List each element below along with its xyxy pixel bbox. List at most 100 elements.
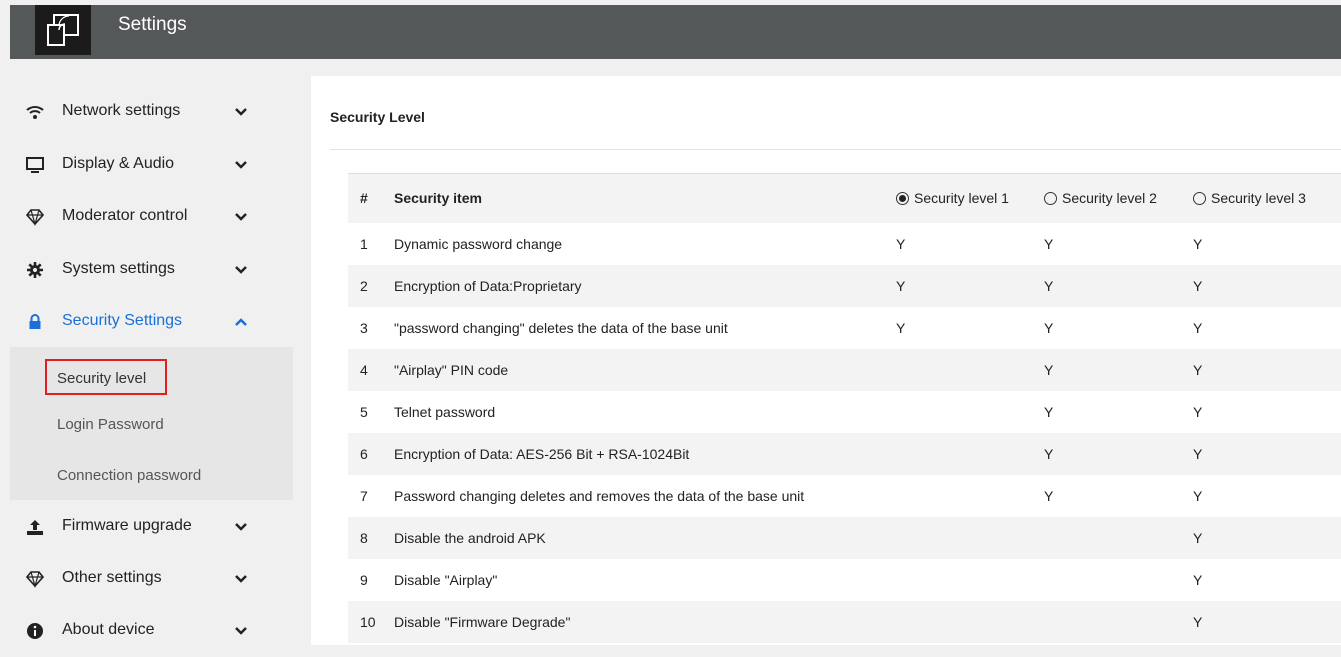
table-row: 4 "Airplay" PIN code Y Y xyxy=(348,349,1341,391)
row-level-3: Y xyxy=(1193,530,1203,546)
security-level-1-radio[interactable]: Security level 1 xyxy=(896,190,1009,206)
main-content: Security Level # Security item Security … xyxy=(311,76,1341,645)
info-icon xyxy=(27,623,43,639)
row-num: 10 xyxy=(360,614,376,630)
table-row: 7 Password changing deletes and removes … xyxy=(348,475,1341,517)
row-num: 4 xyxy=(360,362,368,378)
radio-label: Security level 2 xyxy=(1062,190,1157,206)
header-num: # xyxy=(360,190,368,206)
radio-empty-icon xyxy=(1044,192,1057,205)
chevron-down-icon xyxy=(235,161,247,169)
chevron-down-icon xyxy=(235,213,247,221)
row-item: Password changing deletes and removes th… xyxy=(394,488,805,504)
row-level-2: Y xyxy=(1044,446,1054,462)
sidebar-item-label: About device xyxy=(62,621,155,638)
table-row: 6 Encryption of Data: AES-256 Bit + RSA-… xyxy=(348,433,1341,475)
sidebar-item-label: Security Settings xyxy=(62,312,183,329)
row-level-3: Y xyxy=(1193,362,1203,378)
row-num: 3 xyxy=(360,320,368,336)
sidebar-item-label: Network settings xyxy=(62,102,181,119)
row-level-2: Y xyxy=(1044,278,1054,294)
radio-label: Security level 1 xyxy=(914,190,1009,206)
diamond-icon xyxy=(26,571,44,588)
row-item: Disable "Firmware Degrade" xyxy=(394,614,571,630)
row-item: "Airplay" PIN code xyxy=(394,362,509,378)
row-num: 9 xyxy=(360,572,368,588)
security-level-3-radio[interactable]: Security level 3 xyxy=(1193,190,1306,206)
sidebar-item-network-settings[interactable]: Network settings xyxy=(10,86,293,138)
row-num: 5 xyxy=(360,404,368,420)
submenu-item-label: Security level xyxy=(57,370,147,387)
row-item: Encryption of Data:Proprietary xyxy=(394,278,582,294)
table-row: 8 Disable the android APK Y xyxy=(348,517,1341,559)
screen-cast-icon xyxy=(47,14,79,46)
sidebar-item-security-settings[interactable]: Security Settings xyxy=(10,296,293,348)
sidebar-item-display-audio[interactable]: Display & Audio xyxy=(10,139,293,191)
row-num: 8 xyxy=(360,530,368,546)
diamond-icon xyxy=(26,209,44,226)
row-num: 7 xyxy=(360,488,368,504)
security-level-2-radio[interactable]: Security level 2 xyxy=(1044,190,1157,206)
sidebar-item-moderator-control[interactable]: Moderator control xyxy=(10,191,293,243)
row-level-3: Y xyxy=(1193,614,1203,630)
table-row: 1 Dynamic password change Y Y Y xyxy=(348,223,1341,265)
row-item: Encryption of Data: AES-256 Bit + RSA-10… xyxy=(394,446,690,462)
divider xyxy=(330,149,1341,150)
chevron-down-icon xyxy=(235,575,247,583)
monitor-icon xyxy=(26,157,44,173)
app-logo xyxy=(35,5,91,55)
sidebar-item-label: Moderator control xyxy=(62,207,188,224)
sidebar-item-label: Display & Audio xyxy=(62,155,175,172)
radio-label: Security level 3 xyxy=(1211,190,1306,206)
table-row: 3 "password changing" deletes the data o… xyxy=(348,307,1341,349)
row-item: Disable "Airplay" xyxy=(394,572,498,588)
row-level-2: Y xyxy=(1044,404,1054,420)
header-security-item: Security item xyxy=(394,190,482,206)
chevron-down-icon xyxy=(235,108,247,116)
wifi-icon xyxy=(26,106,44,119)
row-level-3: Y xyxy=(1193,236,1203,252)
sidebar-item-firmware-upgrade[interactable]: Firmware upgrade xyxy=(10,501,293,553)
sidebar-item-label: Firmware upgrade xyxy=(62,517,192,534)
table-row: 2 Encryption of Data:Proprietary Y Y Y xyxy=(348,265,1341,307)
row-item: Dynamic password change xyxy=(394,236,563,252)
submenu-item-label: Login Password xyxy=(57,416,164,433)
page-title: Security Level xyxy=(330,109,425,125)
app-title: Settings xyxy=(118,14,187,35)
chevron-down-icon xyxy=(235,627,247,635)
top-bar: Settings xyxy=(10,5,1341,59)
row-level-3: Y xyxy=(1193,320,1203,336)
row-level-2: Y xyxy=(1044,236,1054,252)
sidebar-item-system-settings[interactable]: System settings xyxy=(10,244,293,296)
radio-selected-icon xyxy=(896,192,909,205)
row-num: 1 xyxy=(360,236,368,252)
row-num: 6 xyxy=(360,446,368,462)
chevron-down-icon xyxy=(235,266,247,274)
row-item: Disable the android APK xyxy=(394,530,546,546)
row-num: 2 xyxy=(360,278,368,294)
submenu-item-security-level[interactable]: Security level xyxy=(45,359,167,395)
row-level-1: Y xyxy=(896,320,906,336)
lock-icon xyxy=(29,314,41,329)
submenu-item-login-password[interactable]: Login Password xyxy=(45,405,275,443)
security-submenu: Security level Login Password Connection… xyxy=(10,347,293,500)
row-item: "password changing" deletes the data of … xyxy=(394,320,728,336)
row-level-3: Y xyxy=(1193,572,1203,588)
sidebar-item-about-device[interactable]: About device xyxy=(10,605,293,657)
row-level-1: Y xyxy=(896,278,906,294)
submenu-item-label: Connection password xyxy=(57,467,202,484)
chevron-up-icon xyxy=(235,318,247,326)
radio-empty-icon xyxy=(1193,192,1206,205)
sidebar-item-label: Other settings xyxy=(62,569,162,586)
sidebar: Network settings Display & Audio Moderat… xyxy=(10,86,293,645)
submenu-item-connection-password[interactable]: Connection password xyxy=(45,456,275,494)
gear-icon xyxy=(27,262,43,278)
row-item: Telnet password xyxy=(394,404,496,420)
sidebar-item-other-settings[interactable]: Other settings xyxy=(10,553,293,605)
table-row: 10 Disable "Firmware Degrade" Y xyxy=(348,601,1341,643)
row-level-2: Y xyxy=(1044,362,1054,378)
table-row: 5 Telnet password Y Y xyxy=(348,391,1341,433)
upload-icon xyxy=(27,520,43,535)
row-level-3: Y xyxy=(1193,278,1203,294)
table-header: # Security item Security level 1 Securit… xyxy=(348,173,1341,223)
